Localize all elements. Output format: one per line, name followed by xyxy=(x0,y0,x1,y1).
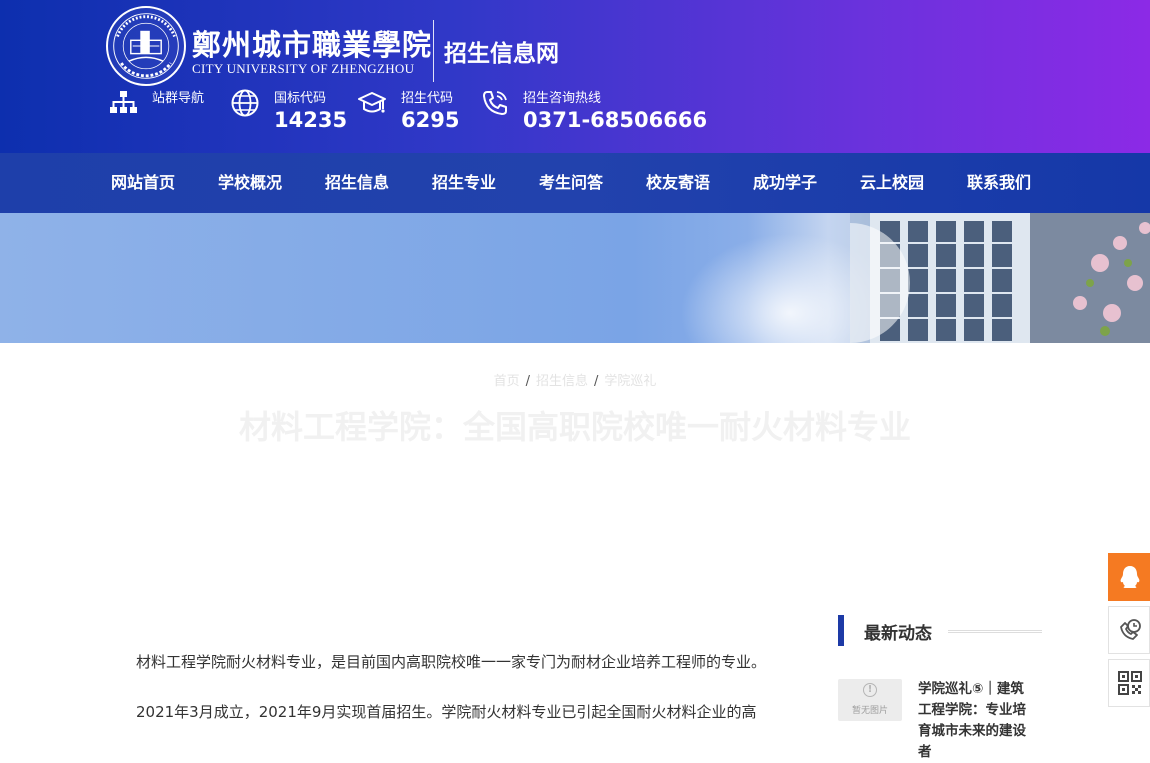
nav-item-alumni-messages[interactable]: 校友寄语 xyxy=(646,153,710,213)
phone-clock-icon xyxy=(1120,619,1141,640)
national-code-label: 国标代码 xyxy=(274,91,327,106)
qq-icon xyxy=(1120,566,1140,588)
heading-rule xyxy=(948,630,1042,633)
nav-item-school-overview[interactable]: 学校概况 xyxy=(218,153,282,213)
breadcrumb: 首页 / 招生信息 / 学院巡礼 xyxy=(0,370,1150,389)
phone-hours-button[interactable] xyxy=(1108,606,1150,654)
qr-code-button[interactable] xyxy=(1108,659,1150,707)
page-banner xyxy=(0,213,1150,343)
globe-icon xyxy=(230,88,260,118)
latest-news-title: 最新动态 xyxy=(864,624,932,644)
admission-code: 招生代码 6295 xyxy=(357,86,467,136)
university-seal-logo[interactable] xyxy=(106,6,186,86)
heading-accent-bar xyxy=(838,615,844,646)
logo-chinese-name: 鄭州城市職業學院 xyxy=(192,28,433,62)
phone-icon xyxy=(480,88,510,118)
graduation-cap-icon xyxy=(357,88,387,118)
breadcrumb-separator: / xyxy=(525,374,530,389)
nav-item-majors[interactable]: 招生专业 xyxy=(432,153,496,213)
breadcrumb-separator: / xyxy=(594,374,599,389)
admission-code-label: 招生代码 xyxy=(401,91,454,106)
nav-item-successful-students[interactable]: 成功学子 xyxy=(753,153,817,213)
site-name: 招生信息网 xyxy=(444,41,559,67)
site-group-nav[interactable]: 站群导航 xyxy=(108,86,218,136)
hotline-value[interactable]: 0371-68506666 xyxy=(523,108,707,132)
sitemap-icon xyxy=(108,88,138,118)
nav-item-admission-info[interactable]: 招生信息 xyxy=(325,153,389,213)
article-title: 材料工程学院：全国高职院校唯一耐火材料专业 xyxy=(238,408,911,446)
news-item-title[interactable]: 学院巡礼⑤｜建筑工程学院：专业培育城市未来的建设者 xyxy=(918,679,1034,763)
banner-building-image xyxy=(850,213,1150,343)
article-paragraph: 2021年3月成立，2021年9月实现首届招生。学院耐火材料专业已引起全国耐火材… xyxy=(136,703,757,721)
breadcrumb-home[interactable]: 首页 xyxy=(494,374,520,389)
main-nav: 网站首页 学校概况 招生信息 招生专业 考生问答 校友寄语 成功学子 云上校园 … xyxy=(0,153,1150,213)
no-image-caption: 暂无图片 xyxy=(851,706,888,716)
admission-code-value: 6295 xyxy=(401,108,460,132)
national-code-value: 14235 xyxy=(274,108,348,132)
nav-item-qa[interactable]: 考生问答 xyxy=(539,153,603,213)
breadcrumb-college-tour[interactable]: 学院巡礼 xyxy=(604,374,656,389)
logo-english-name: CITY UNIVERSITY OF ZHENGZHOU xyxy=(192,61,415,76)
qr-code-icon xyxy=(1118,671,1142,695)
latest-news-header: 最新动态 xyxy=(838,614,1042,648)
site-header: 鄭州城市職業學院 CITY UNIVERSITY OF ZHENGZHOU 招生… xyxy=(0,0,1150,153)
admission-hotline: 招生咨询热线 0371-68506666 xyxy=(480,86,707,136)
national-code: 国标代码 14235 xyxy=(230,86,350,136)
site-group-nav-label: 站群导航 xyxy=(152,91,205,106)
nav-item-home[interactable]: 网站首页 xyxy=(111,153,175,213)
logo-divider xyxy=(433,20,434,82)
nav-item-contact[interactable]: 联系我们 xyxy=(967,153,1031,213)
breadcrumb-admission-info[interactable]: 招生信息 xyxy=(536,374,588,389)
no-image-icon: ! xyxy=(863,683,877,697)
article-body: 材料工程学院耐火材料专业，是目前国内高职院校唯一一家专门为耐材企业培养工程师的专… xyxy=(106,648,798,726)
nav-item-cloud-campus[interactable]: 云上校园 xyxy=(860,153,924,213)
qq-contact-button[interactable] xyxy=(1108,553,1150,601)
article-paragraph: 材料工程学院耐火材料专业，是目前国内高职院校唯一一家专门为耐材企业培养工程师的专… xyxy=(136,653,767,671)
hotline-label: 招生咨询热线 xyxy=(523,91,602,106)
news-thumbnail-placeholder[interactable]: ! 暂无图片 xyxy=(838,679,902,721)
